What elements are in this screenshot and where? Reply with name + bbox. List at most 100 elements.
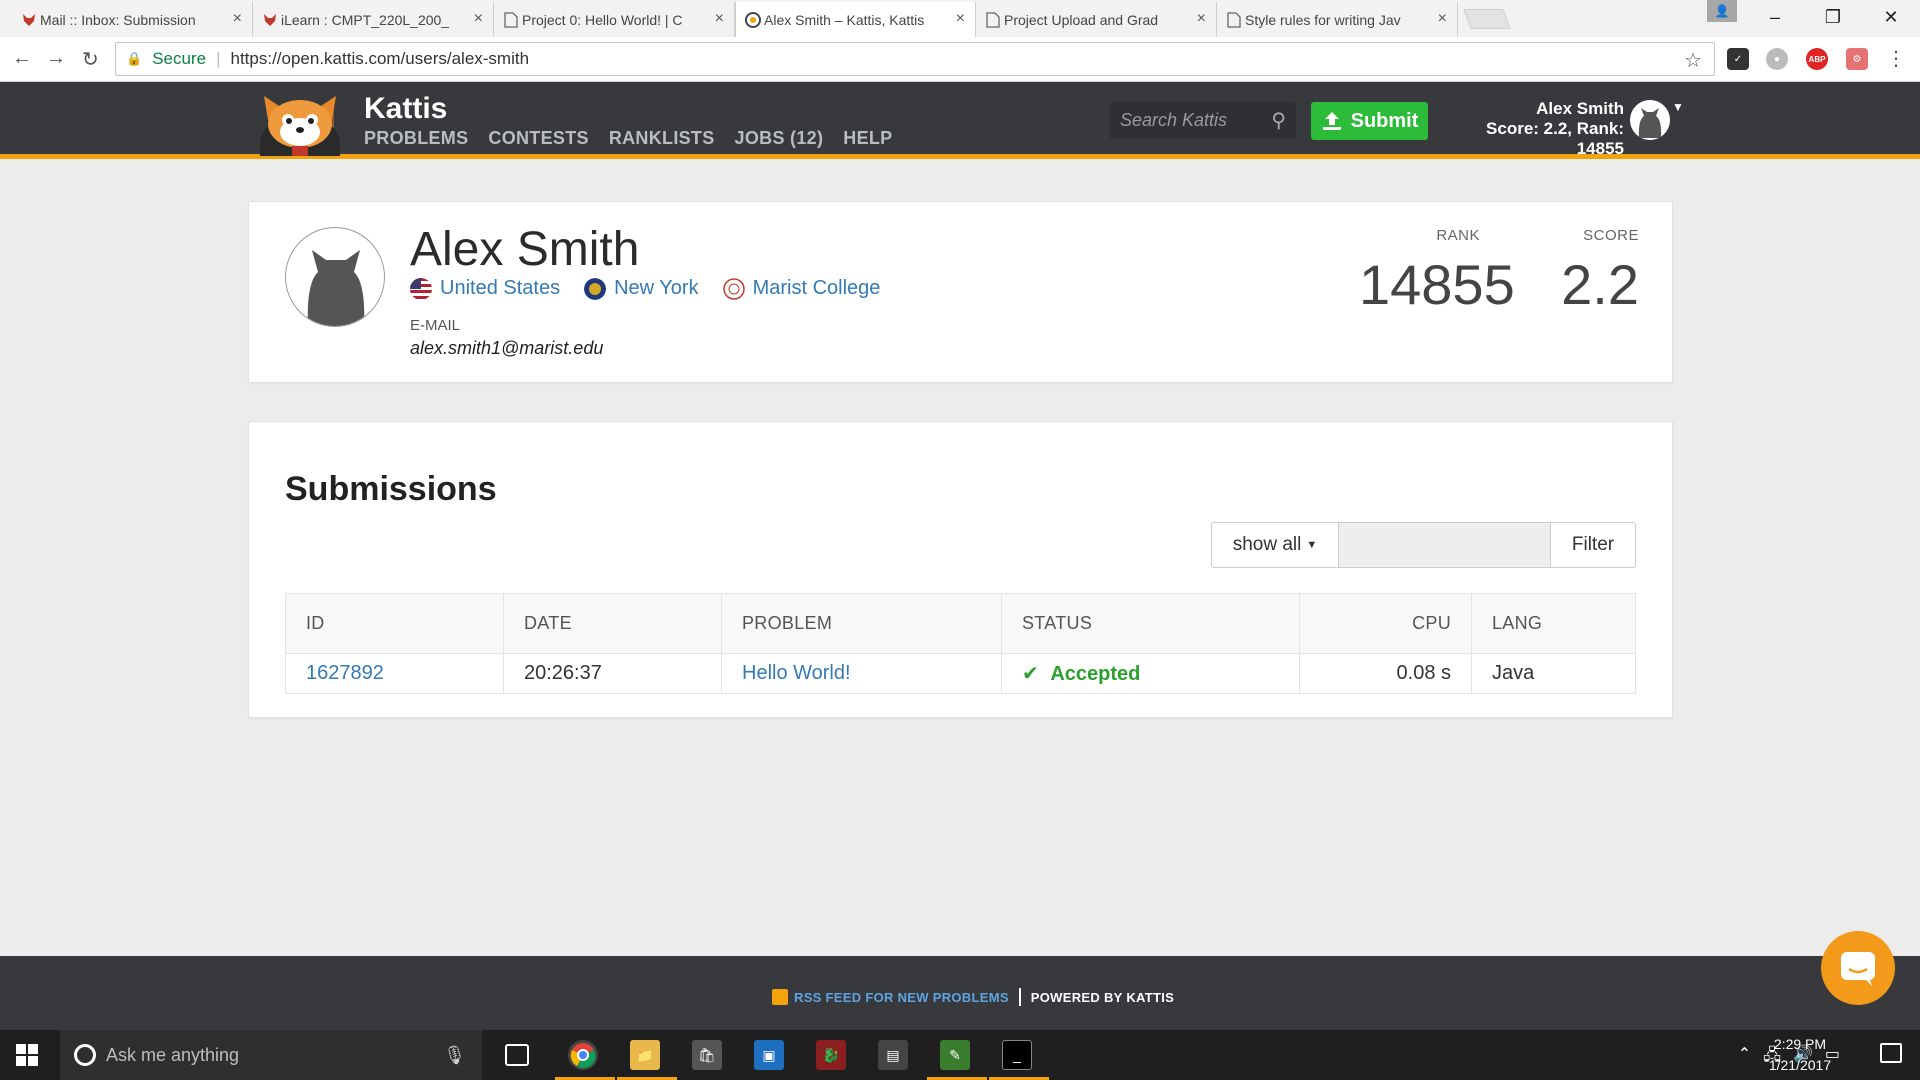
- kattis-brand[interactable]: Kattis: [364, 92, 447, 126]
- nav-help[interactable]: HELP: [843, 128, 892, 149]
- browser-tab-strip: Mail :: Inbox: Submission × iLearn : CMP…: [0, 0, 1920, 37]
- url-text[interactable]: https://open.kattis.com/users/alex-smith: [230, 49, 529, 69]
- close-icon[interactable]: ×: [474, 10, 483, 28]
- profile-avatar: [285, 227, 385, 327]
- email-value: alex.smith1@marist.edu: [410, 338, 604, 358]
- app-icon[interactable]: ▤: [878, 1040, 908, 1070]
- user-name: Alex Smith: [1536, 99, 1624, 118]
- browser-tab[interactable]: Style rules for writing Jav ×: [1217, 2, 1458, 37]
- close-icon[interactable]: ×: [233, 10, 242, 28]
- search-input[interactable]: Search Kattis ⚲: [1110, 102, 1296, 139]
- col-id: ID: [285, 593, 504, 654]
- close-icon[interactable]: ×: [715, 10, 724, 28]
- close-icon[interactable]: ×: [956, 10, 965, 28]
- nav-jobs[interactable]: JOBS (12): [735, 128, 824, 149]
- new-tab-button[interactable]: [1463, 9, 1511, 29]
- submit-label: Submit: [1350, 109, 1419, 132]
- chevron-down-icon[interactable]: ▼: [1672, 100, 1684, 114]
- kattis-nav: PROBLEMS CONTESTS RANKLISTS JOBS (12) HE…: [364, 128, 892, 149]
- search-placeholder: Search Kattis: [1120, 110, 1228, 130]
- avatar[interactable]: [1630, 100, 1670, 140]
- caret-down-icon: ▼: [1306, 539, 1318, 551]
- browser-tab[interactable]: Project 0: Hello World! | C ×: [494, 2, 735, 37]
- filter-input[interactable]: [1339, 523, 1551, 567]
- submissions-card: Submissions show all ▼ Filter ID DATE PR…: [248, 421, 1673, 718]
- bookmark-star-icon[interactable]: ☆: [1684, 48, 1702, 73]
- nav-contests[interactable]: CONTESTS: [488, 128, 588, 149]
- forward-icon[interactable]: →: [46, 47, 66, 70]
- minimize-icon[interactable]: –: [1746, 0, 1804, 34]
- microphone-icon[interactable]: 🎙: [443, 1045, 466, 1066]
- browser-tab-active[interactable]: Alex Smith – Kattis, Kattis ×: [735, 2, 976, 37]
- filter-select[interactable]: show all ▼: [1212, 523, 1339, 567]
- notification-icon[interactable]: [1880, 1043, 1902, 1063]
- app-icon[interactable]: 🐉: [816, 1040, 846, 1070]
- chevron-up-icon[interactable]: ⌃: [1738, 1044, 1751, 1071]
- app-icon[interactable]: ▣: [754, 1040, 784, 1070]
- close-icon[interactable]: ×: [1197, 10, 1206, 28]
- user-stats: Score: 2.2, Rank: 14855: [1486, 119, 1624, 158]
- kattis-icon: [745, 12, 761, 28]
- ghost-ext-icon[interactable]: ●: [1766, 48, 1788, 70]
- filter-button[interactable]: Filter: [1551, 523, 1635, 567]
- rss-link[interactable]: RSS FEED FOR NEW PROBLEMS: [794, 990, 1009, 1005]
- score-value: 2.2: [1561, 253, 1639, 316]
- profile-icon[interactable]: 👤: [1707, 0, 1737, 22]
- robot-ext-icon[interactable]: ⚙: [1846, 48, 1868, 70]
- powered-by: POWERED BY KATTIS: [1030, 989, 1175, 1005]
- browser-tab[interactable]: iLearn : CMPT_220L_200_ ×: [253, 2, 494, 37]
- restore-icon[interactable]: ❐: [1804, 0, 1862, 34]
- submit-button[interactable]: Submit: [1311, 102, 1428, 140]
- fox-icon: [262, 12, 278, 28]
- chrome-icon[interactable]: [568, 1040, 598, 1070]
- browser-toolbar: ← → ↻ 🔒 Secure | https://open.kattis.com…: [0, 37, 1920, 82]
- table-header-row: ID DATE PROBLEM STATUS CPU LANG: [285, 593, 1636, 654]
- adblock-ext-icon[interactable]: ABP: [1806, 48, 1828, 70]
- browser-tab[interactable]: Mail :: Inbox: Submission ×: [12, 2, 253, 37]
- tab-title: Project 0: Hello World! | C: [522, 11, 683, 28]
- user-summary[interactable]: Alex Smith Score: 2.2, Rank: 14855: [1440, 99, 1624, 159]
- browser-tab[interactable]: Project Upload and Grad ×: [976, 2, 1217, 37]
- search-icon[interactable]: ⚲: [1271, 108, 1286, 133]
- tab-title: Project Upload and Grad: [1004, 11, 1159, 28]
- reload-icon[interactable]: ↻: [82, 47, 99, 72]
- page-icon: [1226, 12, 1242, 28]
- submissions-table: ID DATE PROBLEM STATUS CPU LANG 1627892 …: [285, 593, 1636, 694]
- submission-lang: Java: [1471, 653, 1636, 694]
- close-window-icon[interactable]: ✕: [1862, 0, 1920, 34]
- lock-icon: 🔒: [126, 51, 143, 66]
- address-bar[interactable]: 🔒 Secure | https://open.kattis.com/users…: [115, 42, 1715, 76]
- tab-title: Style rules for writing Jav: [1245, 11, 1401, 28]
- chat-button[interactable]: [1821, 931, 1895, 1005]
- task-view-icon[interactable]: [505, 1044, 529, 1066]
- checkmark-ext-icon[interactable]: ✓: [1727, 48, 1749, 70]
- file-explorer-icon[interactable]: 📁: [630, 1040, 660, 1070]
- store-icon[interactable]: 🛍: [692, 1040, 722, 1070]
- nav-problems[interactable]: PROBLEMS: [364, 128, 468, 149]
- ny-seal-icon: [584, 277, 607, 300]
- us-flag-icon: [410, 277, 432, 300]
- col-lang: LANG: [1471, 593, 1636, 654]
- submission-date: 20:26:37: [503, 653, 722, 694]
- page-icon: [503, 12, 519, 28]
- kattis-logo[interactable]: [250, 90, 350, 158]
- back-icon[interactable]: ←: [12, 47, 32, 70]
- location-state[interactable]: New York: [584, 277, 699, 300]
- col-cpu: CPU: [1299, 593, 1472, 654]
- profile-card: Alex Smith United States New York Marist…: [248, 201, 1673, 383]
- cortana-search[interactable]: Ask me anything 🎙: [60, 1030, 482, 1080]
- location-country[interactable]: United States: [410, 277, 560, 300]
- terminal-icon[interactable]: _: [1002, 1040, 1032, 1070]
- col-date: DATE: [503, 593, 722, 654]
- location-school[interactable]: Marist College: [722, 277, 880, 300]
- app-icon[interactable]: ✎: [940, 1040, 970, 1070]
- submission-problem[interactable]: Hello World!: [721, 653, 1002, 694]
- submission-id[interactable]: 1627892: [285, 653, 504, 694]
- close-icon[interactable]: ×: [1438, 10, 1447, 28]
- clock[interactable]: 2:29 PM 1/21/2017: [1755, 1034, 1845, 1076]
- nav-ranklists[interactable]: RANKLISTS: [609, 128, 715, 149]
- windows-start-icon[interactable]: [16, 1044, 38, 1066]
- rank-value: 14855: [1359, 253, 1515, 316]
- menu-icon[interactable]: ⋮: [1886, 46, 1906, 71]
- profile-locations: United States New York Marist College: [410, 277, 880, 300]
